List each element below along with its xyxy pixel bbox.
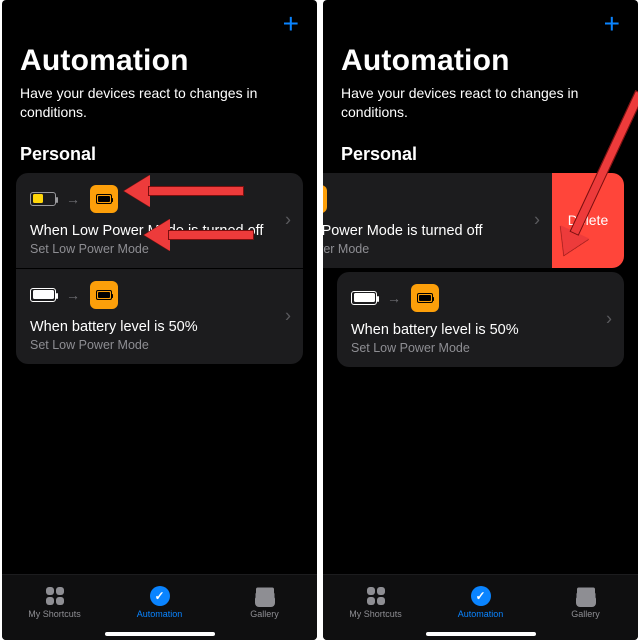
tab-label: Gallery: [571, 609, 600, 619]
top-bar: +: [2, 0, 317, 38]
automation-list: → When battery level is 50% Set Low Powe…: [337, 272, 624, 367]
automation-subtitle: Set Low Power Mode: [351, 341, 610, 355]
icon-row: [323, 185, 538, 213]
grid-icon: [365, 585, 387, 607]
grid-icon: [44, 585, 66, 607]
automation-title: When Low Power Mode is turned off: [30, 223, 289, 239]
chevron-right-icon: ›: [285, 306, 291, 327]
low-power-badge-icon: [90, 185, 118, 213]
phone-screen-right: + Automation Have your devices react to …: [323, 0, 638, 640]
page-subtitle: Have your devices react to changes in co…: [20, 84, 299, 122]
tab-label: Automation: [137, 609, 183, 619]
tab-label: Gallery: [250, 609, 279, 619]
automation-item-swiped[interactable]: ow Power Mode is turned off Power Mode ›…: [323, 173, 624, 268]
battery-full-icon: [30, 288, 56, 302]
automation-item[interactable]: → When battery level is 50% Set Low Powe…: [16, 268, 303, 364]
battery-full-icon: [351, 291, 377, 305]
delete-button[interactable]: Delete: [552, 173, 624, 268]
tab-automation[interactable]: ✓ Automation: [115, 585, 205, 619]
tab-gallery[interactable]: Gallery: [541, 585, 631, 619]
arrow-icon: →: [66, 191, 80, 207]
tab-automation[interactable]: ✓ Automation: [436, 585, 526, 619]
page-title: Automation: [20, 44, 299, 78]
section-personal-label: Personal: [2, 130, 317, 173]
tab-label: Automation: [458, 609, 504, 619]
tab-label: My Shortcuts: [349, 609, 402, 619]
chevron-right-icon: ›: [606, 309, 612, 330]
tab-label: My Shortcuts: [28, 609, 81, 619]
chevron-right-icon: ›: [534, 210, 540, 231]
stack-icon: [254, 585, 276, 607]
automation-title: When battery level is 50%: [30, 319, 289, 335]
tab-my-shortcuts[interactable]: My Shortcuts: [10, 585, 100, 619]
tab-my-shortcuts[interactable]: My Shortcuts: [331, 585, 421, 619]
header: Automation Have your devices react to ch…: [323, 38, 638, 130]
icon-row: →: [351, 284, 610, 312]
automation-list: → When Low Power Mode is turned off Set …: [16, 173, 303, 364]
low-power-badge-icon: [90, 281, 118, 309]
tab-bar: My Shortcuts ✓ Automation Gallery: [323, 574, 638, 640]
automation-item[interactable]: → When battery level is 50% Set Low Powe…: [337, 272, 624, 367]
check-circle-icon: ✓: [470, 585, 492, 607]
home-indicator: [426, 632, 536, 636]
icon-row: →: [30, 281, 289, 309]
automation-subtitle: Set Low Power Mode: [30, 242, 289, 256]
automation-subtitle: Set Low Power Mode: [30, 338, 289, 352]
phone-screen-left: + Automation Have your devices react to …: [2, 0, 317, 640]
page-subtitle: Have your devices react to changes in co…: [341, 84, 620, 122]
tab-bar: My Shortcuts ✓ Automation Gallery: [2, 574, 317, 640]
check-circle-icon: ✓: [149, 585, 171, 607]
chevron-right-icon: ›: [285, 210, 291, 231]
delete-label: Delete: [568, 212, 608, 228]
top-bar: +: [323, 0, 638, 38]
battery-low-icon: [30, 192, 56, 206]
icon-row: →: [30, 185, 289, 213]
home-indicator: [105, 632, 215, 636]
arrow-icon: →: [66, 287, 80, 303]
low-power-badge-icon: [323, 185, 327, 213]
low-power-badge-icon: [411, 284, 439, 312]
add-button[interactable]: +: [283, 10, 299, 38]
automation-title: When battery level is 50%: [351, 322, 610, 338]
tab-gallery[interactable]: Gallery: [220, 585, 310, 619]
automation-subtitle: Power Mode: [323, 242, 538, 256]
section-personal-label: Personal: [323, 130, 638, 173]
automation-item[interactable]: → When Low Power Mode is turned off Set …: [16, 173, 303, 268]
page-title: Automation: [341, 44, 620, 78]
add-button[interactable]: +: [604, 10, 620, 38]
arrow-icon: →: [387, 290, 401, 306]
stack-icon: [575, 585, 597, 607]
header: Automation Have your devices react to ch…: [2, 38, 317, 130]
automation-title: ow Power Mode is turned off: [323, 223, 538, 239]
